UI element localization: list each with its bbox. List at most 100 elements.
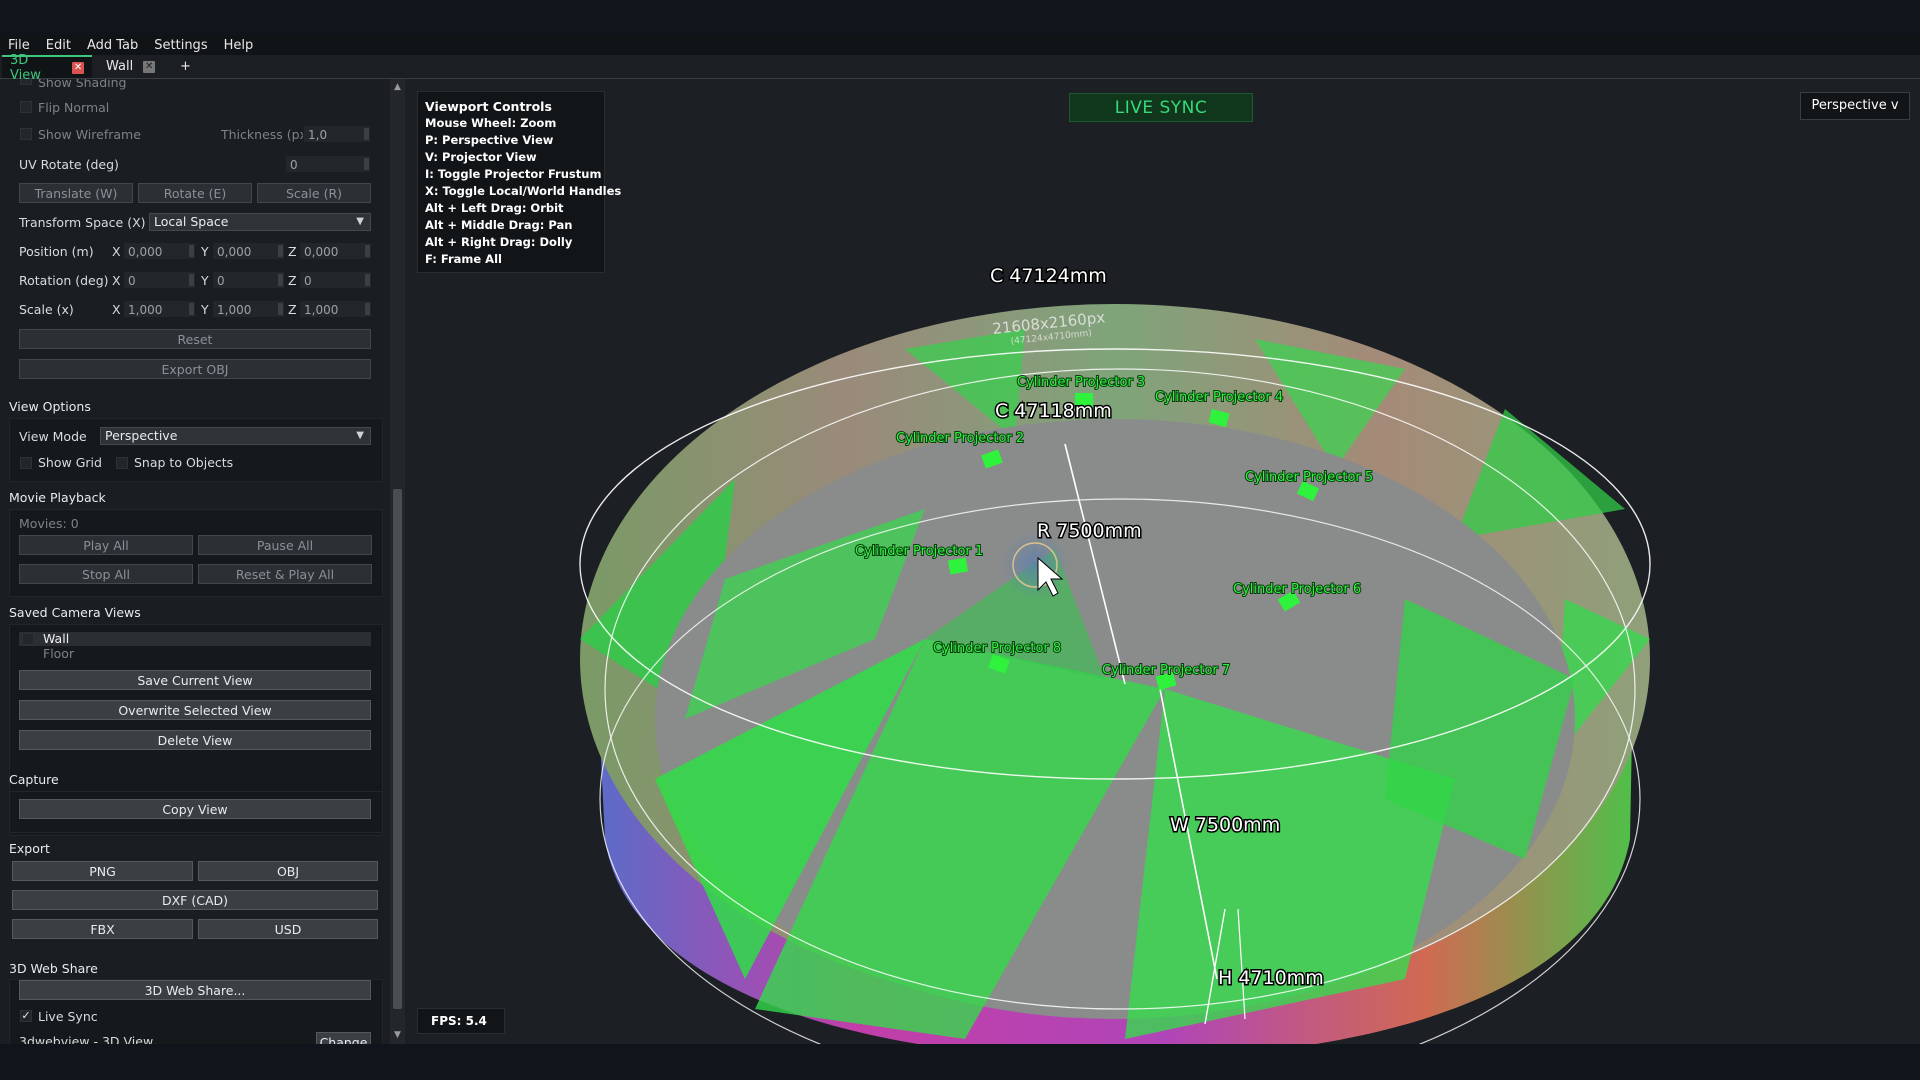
delete-view-button[interactable]: Delete View (19, 730, 371, 750)
saved-view-wall: Wall (43, 631, 70, 646)
viewport-controls-overlay: Viewport Controls Mouse Wheel: Zoom P: P… (417, 91, 622, 273)
export-obj-format-button[interactable]: OBJ (198, 861, 378, 881)
axis-x-label: X (112, 273, 121, 288)
scale-button[interactable]: Scale (R) (257, 183, 371, 203)
pause-all-button[interactable]: Pause All (198, 535, 372, 555)
saved-view-checkbox[interactable] (22, 633, 34, 645)
position-z-input[interactable]: 0,000 (299, 242, 372, 260)
menu-add-tab[interactable]: Add Tab (79, 38, 146, 53)
live-sync-checkbox[interactable]: ✓ (20, 1010, 32, 1022)
menu-edit[interactable]: Edit (38, 38, 79, 53)
reset-button[interactable]: Reset (19, 329, 371, 349)
panel-scrollbar[interactable]: ▲ ▼ (390, 79, 405, 1044)
3d-viewport[interactable]: C 47124mm C 47118mm R 7500mm W 7500mm H … (405, 79, 1920, 1044)
save-current-view-button[interactable]: Save Current View (19, 670, 371, 690)
projector-label-3: Cylinder Projector 3 (1017, 375, 1145, 390)
web-share-button[interactable]: 3D Web Share... (19, 980, 371, 1000)
axis-y-label: Y (201, 244, 209, 259)
show-shading-checkbox[interactable] (20, 79, 32, 85)
add-tab-button[interactable]: + (172, 55, 196, 78)
play-all-button[interactable]: Play All (19, 535, 193, 555)
control-hint: X: Toggle Local/World Handles (425, 184, 622, 198)
thickness-input[interactable]: 1,0 (303, 125, 371, 143)
close-icon[interactable]: ✕ (143, 60, 156, 73)
dim-radius: R 7500mm (1037, 520, 1142, 542)
show-wireframe-checkbox[interactable] (20, 128, 32, 140)
chevron-down-icon: ▼ (356, 430, 364, 441)
menu-settings[interactable]: Settings (146, 38, 215, 53)
tab-wall-label: Wall (106, 59, 134, 74)
saved-view-floor[interactable]: Floor (43, 646, 74, 661)
scale-x-input[interactable]: 1,000 (123, 300, 196, 318)
perspective-dropdown[interactable]: Perspective v (1800, 92, 1910, 120)
tab-3d-view[interactable]: 3D View ✕ (2, 53, 92, 83)
list-item[interactable]: Wall (19, 631, 371, 646)
show-shading-label: Show Shading (38, 79, 127, 90)
position-y-input[interactable]: 0,000 (212, 242, 285, 260)
movie-playback-title: Movie Playback (9, 490, 106, 505)
scroll-down-icon[interactable]: ▼ (393, 1031, 402, 1040)
thickness-label: Thickness (px) (221, 127, 312, 142)
rotation-z-input[interactable]: 0 (299, 271, 372, 289)
rotation-x-input[interactable]: 0 (123, 271, 196, 289)
snap-to-objects-checkbox[interactable] (116, 457, 128, 469)
tab-bar: 3D View ✕ Wall ✕ + (0, 53, 1920, 83)
flip-normal-checkbox[interactable] (20, 101, 32, 113)
projector-label-7: Cylinder Projector 7 (1102, 663, 1230, 678)
transform-space-select[interactable]: Local Space ▼ (149, 213, 371, 231)
close-icon[interactable]: ✕ (72, 61, 84, 74)
dim-outer-circumference: C 47124mm (990, 265, 1107, 287)
scrollbar-thumb[interactable] (393, 489, 402, 1009)
projector-label-1: Cylinder Projector 1 (855, 544, 983, 559)
flip-normal-label: Flip Normal (38, 100, 110, 115)
transform-space-label: Transform Space (X) (19, 215, 146, 230)
control-hint: I: Toggle Projector Frustum (425, 167, 602, 181)
dim-inner-circumference: C 47118mm (995, 400, 1112, 422)
snap-to-objects-label: Snap to Objects (134, 455, 234, 470)
control-hint: Alt + Right Drag: Dolly (425, 235, 573, 249)
projector-label-8: Cylinder Projector 8 (933, 641, 1061, 656)
stop-all-button[interactable]: Stop All (19, 564, 193, 584)
export-obj-button[interactable]: Export OBJ (19, 359, 371, 379)
live-sync-label: Live Sync (38, 1009, 98, 1024)
uv-rotate-input[interactable]: 0 (285, 155, 371, 173)
menu-file[interactable]: File (0, 38, 38, 53)
export-usd-button[interactable]: USD (198, 919, 378, 939)
status-bar (0, 1044, 1920, 1080)
projector-label-6: Cylinder Projector 6 (1233, 582, 1361, 597)
webview-label: 3dwebview - 3D View (19, 1034, 154, 1044)
view-mode-select[interactable]: Perspective ▼ (100, 427, 371, 445)
rotate-button[interactable]: Rotate (E) (138, 183, 252, 203)
menu-bar: File Edit Add Tab Settings Help (0, 35, 1920, 55)
show-grid-checkbox[interactable] (20, 457, 32, 469)
scale-z-input[interactable]: 1,000 (299, 300, 372, 318)
axis-z-label: Z (288, 244, 297, 259)
saved-camera-views-title: Saved Camera Views (9, 605, 141, 620)
scale-label: Scale (x) (19, 302, 74, 317)
position-label: Position (m) (19, 244, 94, 259)
export-fbx-button[interactable]: FBX (12, 919, 193, 939)
menu-help[interactable]: Help (216, 38, 262, 53)
position-x-input[interactable]: 0,000 (123, 242, 196, 260)
scale-y-input[interactable]: 1,000 (212, 300, 285, 318)
rotation-y-input[interactable]: 0 (212, 271, 285, 289)
chevron-down-icon: ▼ (356, 216, 364, 227)
tab-3d-view-label: 3D View (10, 52, 41, 83)
dim-width: W 7500mm (1170, 814, 1280, 836)
movies-count: Movies: 0 (19, 516, 79, 531)
copy-view-button[interactable]: Copy View (19, 799, 371, 819)
control-hint: P: Perspective View (425, 133, 554, 147)
uv-rotate-label: UV Rotate (deg) (19, 157, 119, 172)
scroll-up-icon[interactable]: ▲ (393, 83, 402, 92)
tab-wall[interactable]: Wall ✕ (98, 55, 168, 78)
change-button[interactable]: Change (316, 1032, 371, 1044)
axis-y-label: Y (201, 302, 209, 317)
projector-label-4: Cylinder Projector 4 (1155, 390, 1283, 405)
export-png-button[interactable]: PNG (12, 861, 193, 881)
translate-button[interactable]: Translate (W) (19, 183, 133, 203)
overwrite-selected-view-button[interactable]: Overwrite Selected View (19, 700, 371, 720)
control-hint: Alt + Middle Drag: Pan (425, 218, 573, 232)
rotation-label: Rotation (deg) (19, 273, 109, 288)
export-dxf-button[interactable]: DXF (CAD) (12, 890, 378, 910)
reset-play-all-button[interactable]: Reset & Play All (198, 564, 372, 584)
